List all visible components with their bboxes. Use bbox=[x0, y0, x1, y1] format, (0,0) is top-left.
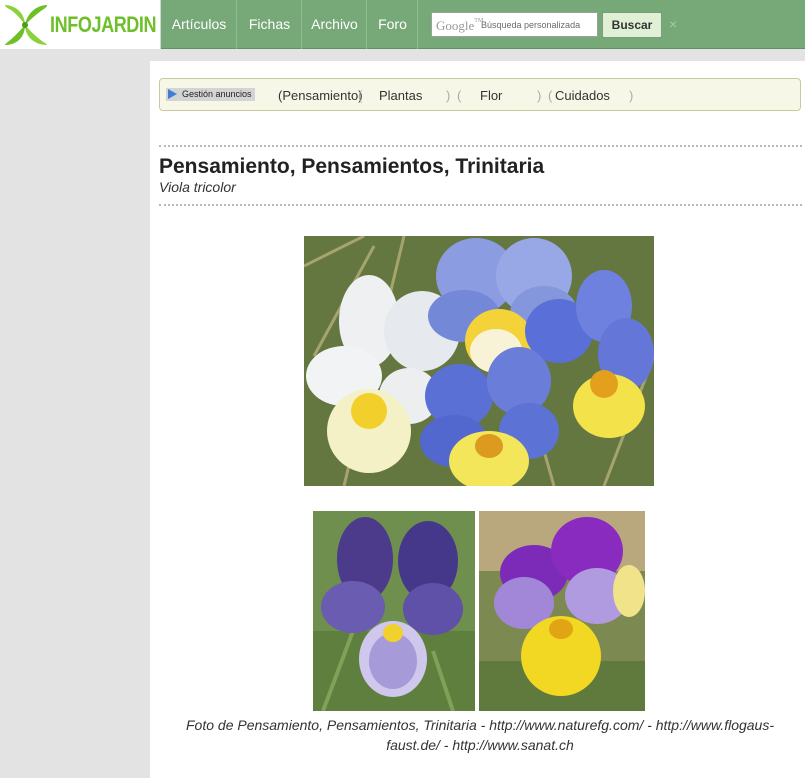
ad-links-bar: Gestión anuncios (Pensamiento) ( Plantas… bbox=[159, 78, 801, 111]
leaf-logo-icon bbox=[5, 5, 47, 45]
ad-link-flor[interactable]: Flor bbox=[480, 87, 502, 105]
ad-link-plantas[interactable]: Plantas bbox=[379, 87, 422, 105]
scientific-name: Viola tricolor bbox=[159, 179, 236, 195]
paren-close: ) bbox=[537, 88, 542, 103]
top-navigation-bar: INFOJARDIN Artículos Fichas Archivo Foro… bbox=[0, 0, 805, 49]
ad-link-pensamiento[interactable]: (Pensamiento) bbox=[278, 87, 363, 105]
nav-foro[interactable]: Foro bbox=[368, 0, 418, 49]
search-input[interactable] bbox=[481, 16, 597, 34]
logo-text: INFOJARDIN bbox=[50, 12, 157, 37]
search-button[interactable]: Buscar bbox=[602, 12, 662, 38]
paren-open: ( bbox=[548, 88, 553, 103]
clear-search-icon[interactable]: × bbox=[669, 15, 681, 33]
dotted-divider bbox=[159, 204, 802, 206]
paren-close: ) bbox=[446, 88, 451, 103]
paren-open: ( bbox=[358, 88, 363, 103]
search-box: GoogleTM bbox=[431, 12, 598, 37]
play-icon bbox=[168, 89, 177, 99]
nav-fichas[interactable]: Fichas bbox=[238, 0, 302, 49]
google-brand: GoogleTM bbox=[436, 18, 484, 33]
ad-choices-label[interactable]: Gestión anuncios bbox=[166, 88, 255, 101]
dotted-divider bbox=[159, 145, 802, 147]
main-content: Gestión anuncios (Pensamiento) ( Plantas… bbox=[150, 61, 805, 778]
photo-caption: Foto de Pensamiento, Pensamientos, Trini… bbox=[186, 717, 774, 753]
ad-choices-text: Gestión anuncios bbox=[182, 89, 252, 99]
page-title: Pensamiento, Pensamientos, Trinitaria bbox=[159, 155, 545, 178]
yellow-purple-pansy-photo[interactable] bbox=[479, 511, 645, 711]
nav-articulos[interactable]: Artículos bbox=[162, 0, 237, 49]
site-logo[interactable]: INFOJARDIN bbox=[0, 0, 161, 49]
violet-pansy-photo[interactable] bbox=[313, 511, 475, 711]
paren-close: ) bbox=[629, 88, 634, 103]
paren-open: ( bbox=[457, 88, 462, 103]
pansies-main-photo[interactable] bbox=[304, 236, 654, 486]
ad-link-cuidados[interactable]: Cuidados bbox=[555, 87, 610, 105]
nav-archivo[interactable]: Archivo bbox=[303, 0, 367, 49]
